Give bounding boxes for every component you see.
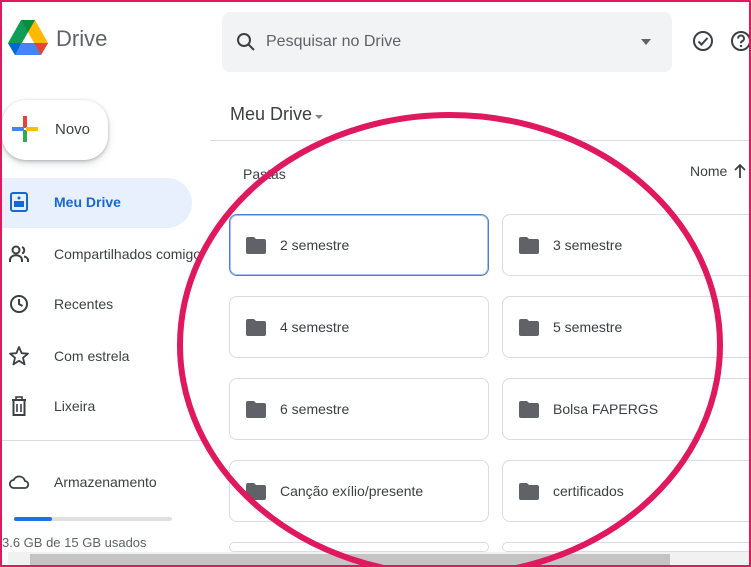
folder-card[interactable]: Canção exílio/presente <box>229 460 489 522</box>
search-input[interactable] <box>266 26 616 58</box>
storage-progress-fill <box>14 517 52 521</box>
new-button-label: Novo <box>55 121 91 138</box>
search-options-dropdown-icon[interactable] <box>640 36 652 48</box>
sidebar-item-label: Meu Drive <box>54 194 121 210</box>
sidebar-item-trash[interactable]: Lixeira <box>0 382 192 432</box>
folder-card[interactable]: 3 semestre <box>502 214 751 276</box>
folder-name: 6 semestre <box>280 401 350 417</box>
storage-progress-bar <box>14 517 172 521</box>
folder-name: 4 semestre <box>280 319 350 335</box>
sidebar-item-label: Recentes <box>54 296 114 312</box>
folder-name: 5 semestre <box>553 319 623 335</box>
section-label: Pastas <box>243 166 286 182</box>
folder-icon <box>246 483 266 500</box>
top-bar: Drive <box>0 0 751 84</box>
chevron-down-icon[interactable] <box>314 112 324 122</box>
sidebar-item-label: Lixeira <box>54 398 96 414</box>
offline-check-icon[interactable] <box>690 28 716 54</box>
folder-name: Canção exílio/presente <box>280 483 424 499</box>
folder-name: Bolsa FAPERGS <box>553 401 659 417</box>
folder-name: 2 semestre <box>280 237 350 253</box>
main-divider <box>210 140 751 141</box>
scrollbar-thumb[interactable] <box>30 554 670 565</box>
folder-card-partial[interactable] <box>502 542 751 552</box>
folder-name: 3 semestre <box>553 237 623 253</box>
sidebar-item-shared[interactable]: Compartilhados comigo <box>0 230 201 280</box>
sidebar-item-label: Armazenamento <box>54 474 157 490</box>
folder-icon <box>519 237 539 254</box>
folder-card-partial[interactable] <box>229 542 489 552</box>
folder-name: certificados <box>553 483 624 499</box>
folder-card[interactable]: certificados <box>502 460 751 522</box>
help-icon[interactable] <box>728 28 751 54</box>
star-icon <box>9 346 29 366</box>
folder-card[interactable]: 4 semestre <box>229 296 489 358</box>
new-button[interactable]: Novo <box>2 100 108 160</box>
folder-icon <box>519 319 539 336</box>
folder-icon <box>519 483 539 500</box>
folder-card[interactable]: 5 semestre <box>502 296 751 358</box>
horizontal-scrollbar[interactable] <box>8 552 751 567</box>
folder-icon <box>246 401 266 418</box>
clock-icon <box>10 295 28 313</box>
folder-icon <box>246 319 266 336</box>
page-title[interactable]: Meu Drive <box>230 104 312 125</box>
trash-icon <box>12 396 26 416</box>
sidebar-divider <box>0 440 208 441</box>
arrow-up-icon[interactable] <box>732 162 748 180</box>
drive-logo-icon[interactable] <box>8 20 48 56</box>
folder-card[interactable]: 2 semestre <box>229 214 489 276</box>
sidebar-item-label: Compartilhados comigo <box>54 246 202 262</box>
folder-card[interactable]: 6 semestre <box>229 378 489 440</box>
storage-usage-text: 3.6 GB de 15 GB usados <box>2 535 147 550</box>
sidebar-item-starred[interactable]: Com estrela <box>0 332 192 382</box>
shared-icon <box>9 245 29 262</box>
cloud-icon <box>8 475 30 489</box>
sidebar-item-my-drive[interactable]: Meu Drive <box>0 178 192 228</box>
search-icon[interactable] <box>236 32 256 52</box>
folder-card[interactable]: Bolsa FAPERGS <box>502 378 751 440</box>
sidebar-item-storage[interactable]: Armazenamento <box>0 458 192 508</box>
my-drive-icon <box>10 192 28 212</box>
search-bar[interactable] <box>222 12 672 72</box>
folder-icon <box>519 401 539 418</box>
app-title: Drive <box>56 26 108 51</box>
folder-icon <box>246 237 266 254</box>
plus-icon <box>12 116 38 142</box>
sort-label[interactable]: Nome <box>690 163 727 179</box>
sidebar-item-recent[interactable]: Recentes <box>0 280 192 330</box>
sidebar-item-label: Com estrela <box>54 348 130 364</box>
